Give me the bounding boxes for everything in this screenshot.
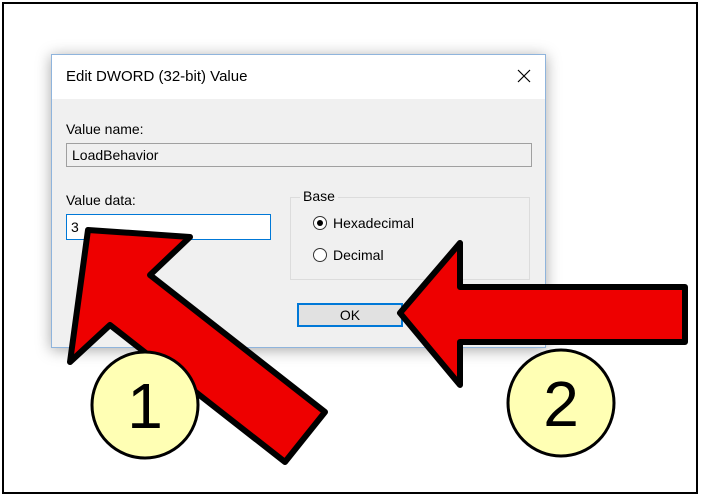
- step-2-number: 2: [543, 368, 579, 440]
- annotation-overlay: 1 2: [67, 227, 688, 465]
- step-1-number: 1: [127, 370, 163, 442]
